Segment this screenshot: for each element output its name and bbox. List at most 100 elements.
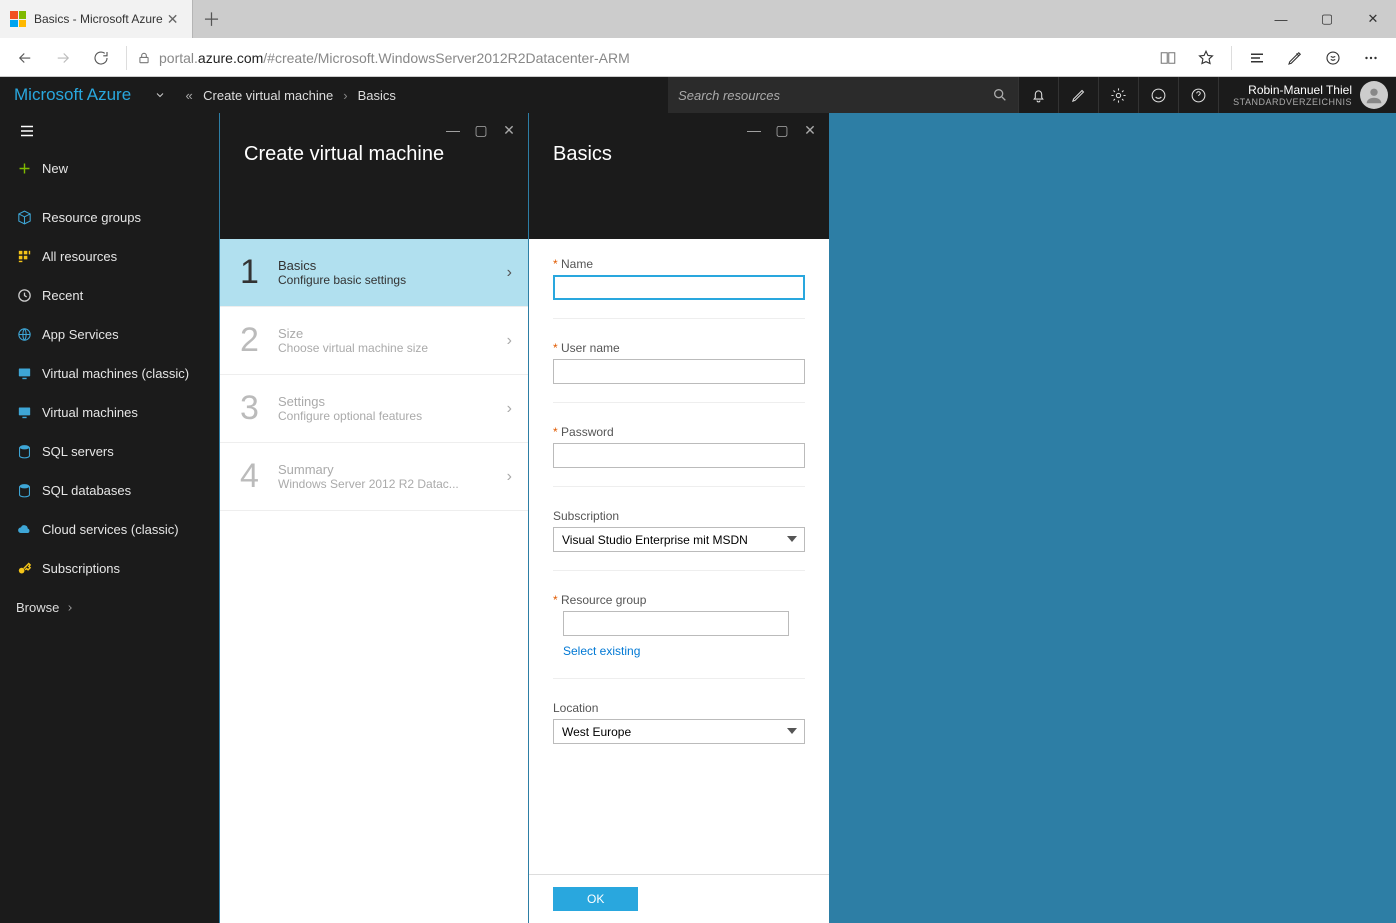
forward-button[interactable] [44,38,82,77]
edit-icon[interactable] [1058,77,1098,113]
blade-maximize-icon[interactable]: ▢ [468,119,494,141]
sidebar-browse[interactable]: Browse [0,588,219,627]
step-number: 1 [240,253,278,292]
sidebar-item-resource-groups[interactable]: Resource groups [0,198,219,237]
subscription-select[interactable]: Visual Studio Enterprise mit MSDN [553,527,805,552]
window-maximize[interactable]: ▢ [1304,0,1350,38]
step-number: 4 [240,457,278,496]
subscription-label: Subscription [553,509,805,523]
window-close[interactable]: ✕ [1350,0,1396,38]
sidebar-item-app-services[interactable]: App Services [0,315,219,354]
sidebar-item-all-resources[interactable]: All resources [0,237,219,276]
username-label: User name [553,341,805,355]
tab-close-icon[interactable]: ✕ [163,11,183,28]
hamburger-icon[interactable] [0,113,219,149]
grid-icon [16,248,42,265]
sidebar-item-label: SQL servers [42,444,114,459]
wizard-steps: 1 BasicsConfigure basic settings › 2 Siz… [220,239,528,511]
brand-caret-icon[interactable] [145,77,175,113]
sidebar-item-new[interactable]: New [0,149,219,188]
back-button[interactable] [6,38,44,77]
password-input[interactable] [553,443,805,468]
share-icon[interactable] [1314,38,1352,77]
blade-maximize-icon[interactable]: ▢ [769,119,795,141]
search-bar[interactable] [668,77,1018,113]
plus-icon [16,160,42,177]
monitor-icon [16,365,42,382]
address-bar[interactable]: portal.azure.com/#create/Microsoft.Windo… [155,50,1149,66]
window-controls: — ▢ ✕ [1258,0,1396,38]
sidebar-item-vm[interactable]: Virtual machines [0,393,219,432]
settings-icon[interactable] [1098,77,1138,113]
step-title: Basics [278,258,507,273]
chevron-right-icon: › [343,88,347,103]
username-input[interactable] [553,359,805,384]
location-label: Location [553,701,805,715]
location-select[interactable]: West Europe [553,719,805,744]
name-label: Name [553,257,805,271]
notifications-icon[interactable] [1018,77,1058,113]
blade-basics: — ▢ ✕ Basics Name User name [529,113,829,923]
sidebar-item-sql-databases[interactable]: SQL databases [0,471,219,510]
sidebar-item-label: Resource groups [42,210,141,225]
database-icon [16,482,42,499]
blade-minimize-icon[interactable]: — [440,119,466,141]
blade-minimize-icon[interactable]: — [741,119,767,141]
user-text: Robin-Manuel Thiel STANDARDVERZEICHNIS [1233,83,1352,107]
wizard-step-settings[interactable]: 3 SettingsConfigure optional features › [220,375,528,443]
notes-icon[interactable] [1276,38,1314,77]
hub-icon[interactable] [1238,38,1276,77]
help-icon[interactable] [1178,77,1218,113]
globe-icon [16,326,42,343]
breadcrumb-item[interactable]: Create virtual machine [203,88,333,103]
name-input[interactable] [553,275,805,300]
breadcrumb: Create virtual machine › Basics [203,77,396,113]
cloud-icon [16,521,42,538]
sidebar-item-label: All resources [42,249,117,264]
wizard-step-size[interactable]: 2 SizeChoose virtual machine size › [220,307,528,375]
sidebar-item-vm-classic[interactable]: Virtual machines (classic) [0,354,219,393]
breadcrumb-item[interactable]: Basics [358,88,396,103]
blade-close-icon[interactable]: ✕ [496,119,522,141]
refresh-button[interactable] [82,38,120,77]
browser-nav-bar: portal.azure.com/#create/Microsoft.Windo… [0,38,1396,77]
ok-button[interactable]: OK [553,887,638,911]
chevron-right-icon [65,603,75,613]
password-label: Password [553,425,805,439]
azure-favicon [10,11,26,27]
blade-close-icon[interactable]: ✕ [797,119,823,141]
brand[interactable]: Microsoft Azure [0,77,145,113]
new-tab-button[interactable]: ＋ [193,0,229,38]
step-number: 3 [240,389,278,428]
wizard-step-basics[interactable]: 1 BasicsConfigure basic settings › [220,239,528,307]
more-icon[interactable] [1352,38,1390,77]
wizard-step-summary[interactable]: 4 SummaryWindows Server 2012 R2 Datac...… [220,443,528,511]
monitor-icon [16,404,42,421]
user-menu[interactable]: Robin-Manuel Thiel STANDARDVERZEICHNIS [1218,77,1396,113]
sidebar: New Resource groups All resources Recent… [0,113,219,923]
window-minimize[interactable]: — [1258,0,1304,38]
lock-icon [133,51,155,65]
tab-title: Basics - Microsoft Azure [34,12,163,26]
browser-tab[interactable]: Basics - Microsoft Azure ✕ [0,0,193,38]
favorite-icon[interactable] [1187,38,1225,77]
sidebar-item-recent[interactable]: Recent [0,276,219,315]
feedback-icon[interactable] [1138,77,1178,113]
portal-main: New Resource groups All resources Recent… [0,113,1396,923]
step-subtitle: Configure optional features [278,409,507,423]
blade-title: Create virtual machine [244,143,504,166]
sidebar-item-cloud-services[interactable]: Cloud services (classic) [0,510,219,549]
user-name: Robin-Manuel Thiel [1233,83,1352,97]
sidebar-item-sql-servers[interactable]: SQL servers [0,432,219,471]
breadcrumb-back-icon[interactable]: « [175,77,203,113]
sidebar-item-label: Subscriptions [42,561,120,576]
tab-strip: Basics - Microsoft Azure ✕ ＋ — ▢ ✕ [0,0,1396,38]
step-subtitle: Windows Server 2012 R2 Datac... [278,477,507,491]
search-input[interactable] [678,88,992,103]
sidebar-item-subscriptions[interactable]: Subscriptions [0,549,219,588]
resource-group-input[interactable] [563,611,789,636]
blade-create-vm: — ▢ ✕ Create virtual machine 1 BasicsCon… [220,113,528,923]
azure-portal: Microsoft Azure « Create virtual machine… [0,77,1396,923]
select-existing-link[interactable]: Select existing [563,644,640,658]
reading-view-icon[interactable] [1149,38,1187,77]
